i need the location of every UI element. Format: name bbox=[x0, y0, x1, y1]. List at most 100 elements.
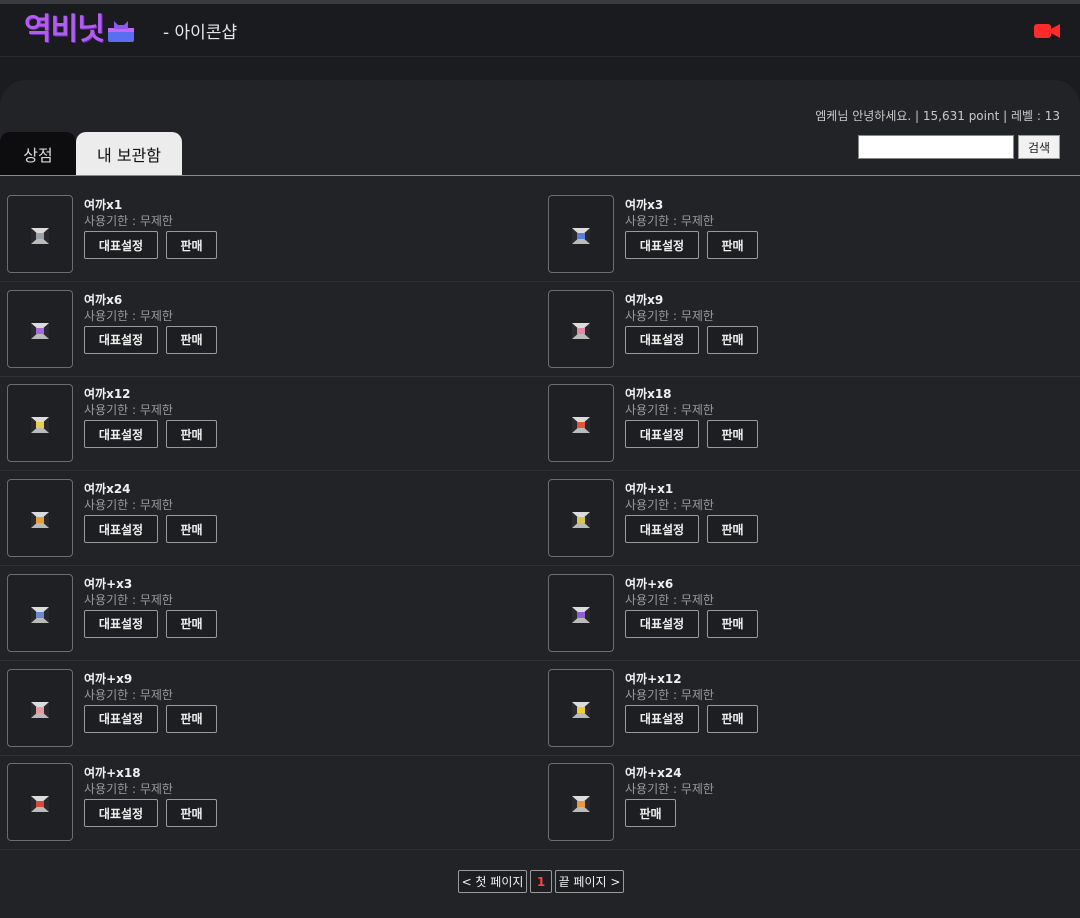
list-item: 여까x9 사용기한 : 무제한 대표설정 판매 bbox=[541, 282, 1080, 376]
sell-button[interactable]: 판매 bbox=[166, 420, 217, 449]
item-expiry: 사용기한 : 무제한 bbox=[625, 214, 714, 228]
list-item: 여까+x24 사용기한 : 무제한판매 bbox=[541, 755, 1080, 849]
set-representative-button[interactable]: 대표설정 bbox=[625, 704, 699, 733]
set-representative-button[interactable]: 대표설정 bbox=[84, 231, 158, 259]
item-expiry: 사용기한 : 무제한 bbox=[625, 687, 714, 702]
item-icon bbox=[572, 701, 590, 718]
item-thumbnail bbox=[548, 289, 614, 368]
set-representative-button[interactable]: 대표설정 bbox=[84, 515, 158, 544]
search-input[interactable] bbox=[858, 135, 1014, 159]
sell-button[interactable]: 판매 bbox=[166, 515, 217, 544]
list-item: 여까x18 사용기한 : 무제한대표설정 판매 bbox=[541, 376, 1080, 470]
set-representative-button[interactable]: 대표설정 bbox=[625, 515, 699, 544]
item-name: 여까x18 bbox=[625, 387, 672, 402]
item-icon bbox=[572, 417, 590, 434]
item-thumbnail bbox=[548, 668, 614, 747]
sell-button[interactable]: 판매 bbox=[707, 420, 758, 449]
item-thumbnail bbox=[7, 763, 73, 842]
item-expiry: 사용기한 : 무제한 bbox=[625, 498, 714, 513]
item-icon bbox=[572, 512, 590, 529]
sell-button[interactable]: 판매 bbox=[166, 799, 217, 828]
item-expiry: 사용기한 : 무제한 bbox=[84, 308, 173, 323]
item-name: 여까+x6 bbox=[625, 576, 674, 591]
item-name: 여까x12 bbox=[84, 387, 131, 402]
list-item: 여까+x18 사용기한 : 무제한 대표설정 판매 bbox=[0, 755, 540, 849]
item-name: 여까+x12 bbox=[625, 671, 682, 686]
header: 역비닛 - 아이콘샵 bbox=[0, 4, 1080, 57]
item-expiry: 사용기한 : 무제한 bbox=[625, 403, 714, 418]
sell-button[interactable]: 판매 bbox=[707, 325, 758, 354]
sell-button[interactable]: 판매 bbox=[707, 609, 758, 638]
search-button[interactable]: 검색 bbox=[1018, 135, 1060, 159]
item-expiry: 사용기한 : 무제한 bbox=[625, 592, 714, 607]
sell-button[interactable]: 판매 bbox=[166, 325, 217, 354]
item-expiry: 사용기한 : 무제한 bbox=[84, 498, 173, 513]
sell-button[interactable]: 판매 bbox=[625, 799, 676, 828]
item-thumbnail bbox=[7, 573, 73, 652]
list-item: 여까x3 사용기한 : 무제한대표설정 판매 bbox=[541, 187, 1080, 281]
list-item: 여까x6 사용기한 : 무제한 대표설정 판매 bbox=[0, 282, 540, 376]
item-icon bbox=[31, 322, 49, 339]
set-representative-button[interactable]: 대표설정 bbox=[84, 799, 158, 828]
item-expiry: 사용기한 : 무제한 bbox=[84, 403, 173, 418]
tab-divider bbox=[0, 175, 1080, 176]
item-expiry: 사용기한 : 무제한 bbox=[625, 782, 714, 797]
list-item: 여까x12 사용기한 : 무제한대표설정 판매 bbox=[0, 376, 540, 470]
set-representative-button[interactable]: 대표설정 bbox=[625, 325, 699, 354]
item-icon bbox=[572, 606, 590, 623]
tab-mybox[interactable]: 내 보관함 bbox=[76, 132, 182, 175]
list-item: 여까+x3 사용기한 : 무제한대표설정 판매 bbox=[0, 566, 540, 660]
set-representative-button[interactable]: 대표설정 bbox=[84, 609, 158, 638]
sell-button[interactable]: 판매 bbox=[707, 231, 758, 259]
item-thumbnail bbox=[7, 479, 73, 558]
list-item: 여까+x9 사용기한 : 무제한대표설정 판매 bbox=[0, 661, 540, 755]
item-name: 여까x9 bbox=[625, 292, 664, 307]
list-item: 여까+x12 사용기한 : 무제한대표설정 판매 bbox=[541, 661, 1080, 755]
user-info: 엠케님 안녕하세요. | 15,631 point | 레벨 : 13 bbox=[815, 109, 1060, 123]
set-representative-button[interactable]: 대표설정 bbox=[84, 704, 158, 733]
logo-text: 역비닛 bbox=[24, 12, 105, 47]
first-page-button[interactable]: < 첫 페이지 bbox=[458, 870, 527, 893]
list-item: 여까+x1 사용기한 : 무제한 대표설정 판매 bbox=[541, 471, 1080, 565]
set-representative-button[interactable]: 대표설정 bbox=[625, 609, 699, 638]
item-thumbnail bbox=[548, 384, 614, 463]
page-subtitle: - 아이콘샵 bbox=[163, 23, 238, 43]
row-divider bbox=[0, 849, 1080, 851]
item-icon bbox=[31, 512, 49, 529]
sell-button[interactable]: 판매 bbox=[707, 515, 758, 544]
item-expiry: 사용기한 : 무제한 bbox=[84, 687, 173, 702]
sell-button[interactable]: 판매 bbox=[166, 704, 217, 733]
item-thumbnail bbox=[7, 668, 73, 747]
item-name: 여까x3 bbox=[625, 198, 664, 212]
list-item: 여까+x6 사용기한 : 무제한대표설정 판매 bbox=[541, 566, 1080, 660]
item-icon bbox=[31, 417, 49, 434]
tab-shop[interactable]: 상점 bbox=[0, 132, 76, 175]
item-icon bbox=[572, 796, 590, 813]
set-representative-button[interactable]: 대표설정 bbox=[625, 231, 699, 259]
sell-button[interactable]: 판매 bbox=[166, 231, 217, 259]
item-icon bbox=[572, 322, 590, 339]
item-name: 여까+x9 bbox=[84, 671, 133, 686]
last-page-button[interactable]: 끝 페이지 > bbox=[555, 870, 624, 893]
item-icon bbox=[572, 228, 590, 244]
cat-box-icon bbox=[107, 21, 134, 42]
set-representative-button[interactable]: 대표설정 bbox=[625, 420, 699, 449]
item-expiry: 사용기한 : 무제한 bbox=[84, 214, 173, 228]
item-thumbnail bbox=[548, 479, 614, 558]
item-thumbnail bbox=[7, 289, 73, 368]
item-thumbnail bbox=[7, 384, 73, 463]
item-name: 여까+x24 bbox=[625, 766, 682, 781]
item-thumbnail bbox=[548, 763, 614, 842]
video-camera-icon[interactable] bbox=[1034, 22, 1060, 40]
set-representative-button[interactable]: 대표설정 bbox=[84, 325, 158, 354]
item-thumbnail bbox=[548, 195, 614, 273]
list-item: 여까x24 사용기한 : 무제한 대표설정 판매 bbox=[0, 471, 540, 565]
sell-button[interactable]: 판매 bbox=[166, 609, 217, 638]
item-expiry: 사용기한 : 무제한 bbox=[84, 592, 173, 607]
item-icon bbox=[31, 796, 49, 813]
item-name: 여까+x3 bbox=[84, 576, 133, 591]
set-representative-button[interactable]: 대표설정 bbox=[84, 420, 158, 449]
page-number-current[interactable]: 1 bbox=[530, 870, 552, 893]
site-logo[interactable]: 역비닛 bbox=[24, 10, 135, 50]
sell-button[interactable]: 판매 bbox=[707, 704, 758, 733]
